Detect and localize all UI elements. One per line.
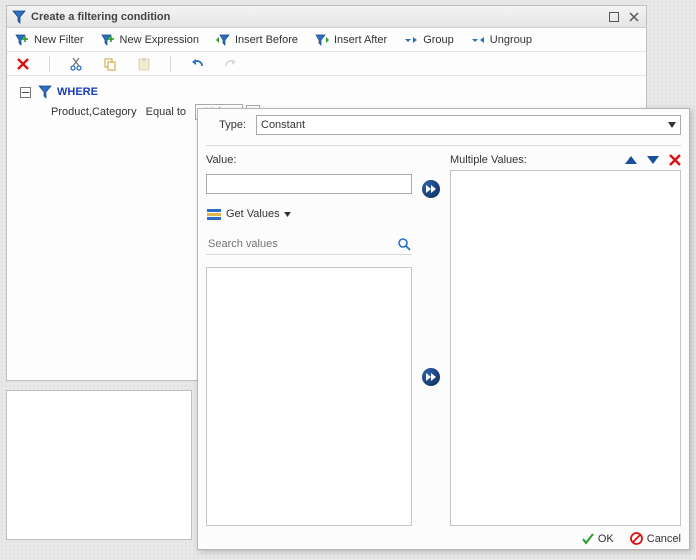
insert-before-button[interactable]: Insert Before <box>212 30 301 50</box>
cancel-label: Cancel <box>647 533 681 545</box>
redo-button[interactable] <box>223 56 239 72</box>
ungroup-icon <box>470 32 486 48</box>
type-select-value: Constant <box>261 119 305 131</box>
undo-button[interactable] <box>189 56 205 72</box>
toolbar-divider <box>49 56 50 72</box>
command-toolbar: New Filter New Expression Insert Before … <box>7 28 646 52</box>
filter-app-icon <box>11 9 27 25</box>
type-label: Type: <box>206 119 246 131</box>
transfer-column <box>418 154 444 526</box>
multiple-values-header: Multiple Values: <box>450 154 681 166</box>
toolbar-divider <box>170 56 171 72</box>
move-up-button[interactable] <box>625 156 637 164</box>
popup-footer: OK Cancel <box>206 526 681 545</box>
close-button[interactable] <box>626 10 642 24</box>
divider <box>206 145 681 146</box>
insert-after-icon <box>314 32 330 48</box>
collapse-icon[interactable] <box>17 84 33 100</box>
add-all-button[interactable] <box>422 368 440 386</box>
ok-label: OK <box>598 533 614 545</box>
chevron-down-icon <box>284 212 291 217</box>
maximize-button[interactable] <box>606 10 622 24</box>
new-expression-icon <box>100 32 116 48</box>
group-button[interactable]: Group <box>400 30 457 50</box>
available-values-list[interactable] <box>206 267 412 526</box>
group-label: Group <box>423 34 454 46</box>
multiple-values-column: Multiple Values: <box>450 154 681 526</box>
window-title: Create a filtering condition <box>31 11 602 23</box>
filter-node-icon <box>37 84 53 100</box>
add-value-button[interactable] <box>422 180 440 198</box>
where-label: WHERE <box>57 86 98 98</box>
cancel-icon <box>630 532 643 545</box>
type-row: Type: Constant <box>206 115 681 135</box>
new-filter-button[interactable]: New Filter <box>11 30 87 50</box>
ok-button[interactable]: OK <box>582 532 614 545</box>
remove-value-button[interactable] <box>669 154 681 166</box>
insert-before-label: Insert Before <box>235 34 298 46</box>
check-icon <box>582 533 594 545</box>
edit-toolbar <box>7 52 646 76</box>
insert-after-button[interactable]: Insert After <box>311 30 390 50</box>
multiple-values-label: Multiple Values: <box>450 154 527 166</box>
delete-button[interactable] <box>15 56 31 72</box>
search-input[interactable] <box>206 237 396 251</box>
group-icon <box>403 32 419 48</box>
new-filter-icon <box>14 32 30 48</box>
move-down-button[interactable] <box>647 156 659 164</box>
insert-after-label: Insert After <box>334 34 387 46</box>
titlebar: Create a filtering condition <box>7 6 646 28</box>
condition-field: Product,Category <box>51 106 137 118</box>
insert-before-icon <box>215 32 231 48</box>
search-icon[interactable] <box>396 236 412 252</box>
condition-operator: Equal to <box>146 106 186 118</box>
ungroup-button[interactable]: Ungroup <box>467 30 535 50</box>
where-node[interactable]: WHERE <box>17 84 636 100</box>
search-row <box>206 236 412 255</box>
new-expression-label: New Expression <box>120 34 199 46</box>
copy-button[interactable] <box>102 56 118 72</box>
value-editor-popup: Type: Constant Value: Get Values <box>197 108 690 550</box>
get-values-button[interactable]: Get Values <box>206 206 412 222</box>
popup-body: Value: Get Values <box>206 154 681 526</box>
paste-button[interactable] <box>136 56 152 72</box>
secondary-panel <box>6 390 192 540</box>
selected-values-list[interactable] <box>450 170 681 526</box>
new-expression-button[interactable]: New Expression <box>97 30 202 50</box>
type-select[interactable]: Constant <box>256 115 681 135</box>
ungroup-label: Ungroup <box>490 34 532 46</box>
chevron-down-icon <box>668 122 676 128</box>
value-label: Value: <box>206 154 412 166</box>
new-filter-label: New Filter <box>34 34 84 46</box>
cut-button[interactable] <box>68 56 84 72</box>
cancel-button[interactable]: Cancel <box>630 532 681 545</box>
get-values-label: Get Values <box>226 208 280 220</box>
value-column: Value: Get Values <box>206 154 412 526</box>
value-input[interactable] <box>206 174 412 194</box>
get-values-icon <box>206 206 222 222</box>
